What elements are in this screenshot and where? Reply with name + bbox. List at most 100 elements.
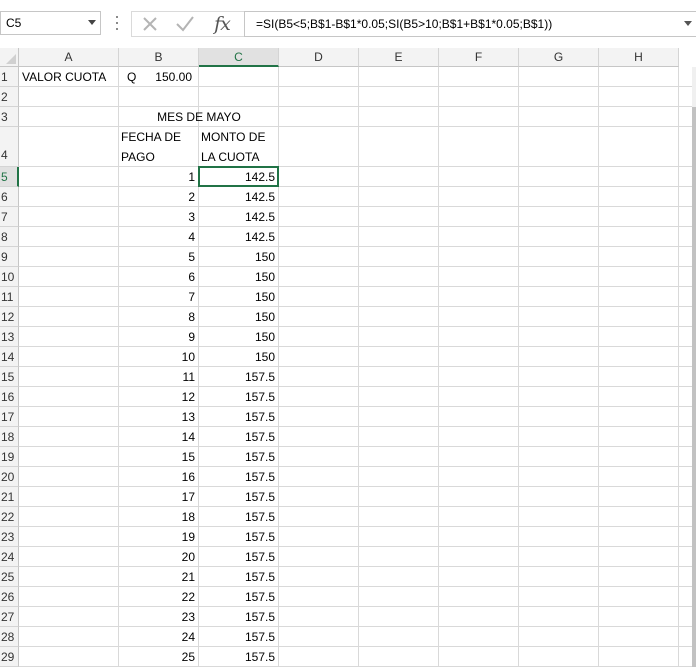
table-cell-amount[interactable]: 150: [199, 267, 278, 287]
column-header-a[interactable]: A: [19, 48, 119, 67]
table-cell-amount[interactable]: 157.5: [199, 527, 278, 547]
table-cell-amount[interactable]: 157.5: [199, 547, 278, 567]
row-header-22[interactable]: 22: [0, 507, 19, 527]
select-all-button[interactable]: [0, 48, 19, 67]
table-cell-day[interactable]: 1: [119, 167, 198, 187]
insert-function-button[interactable]: fx: [205, 11, 239, 37]
table-cell-amount[interactable]: 157.5: [199, 427, 278, 447]
row-header-5[interactable]: 5: [0, 167, 19, 187]
table-cell-amount[interactable]: 157.5: [199, 587, 278, 607]
table-cell-amount[interactable]: 157.5: [199, 647, 278, 667]
table-cell-amount[interactable]: 150: [199, 247, 278, 267]
table-cell-amount[interactable]: 157.5: [199, 487, 278, 507]
row-header-10[interactable]: 10: [0, 267, 19, 287]
row-header-20[interactable]: 20: [0, 467, 19, 487]
drag-handle-icon[interactable]: [114, 13, 120, 33]
table-cell-day[interactable]: 2: [119, 187, 198, 207]
table-cell-day[interactable]: 9: [119, 327, 198, 347]
row-header-26[interactable]: 26: [0, 587, 19, 607]
table-cell-day[interactable]: 6: [119, 267, 198, 287]
expand-icon[interactable]: [684, 21, 692, 26]
row-header-4[interactable]: 4: [0, 127, 19, 167]
table-cell-day[interactable]: 7: [119, 287, 198, 307]
row-header-18[interactable]: 18: [0, 427, 19, 447]
row-header-14[interactable]: 14: [0, 347, 19, 367]
chevron-down-icon[interactable]: [88, 20, 96, 25]
table-cell-amount[interactable]: 157.5: [199, 627, 278, 647]
table-cell-day[interactable]: 4: [119, 227, 198, 247]
table-cell-day[interactable]: 10: [119, 347, 198, 367]
cell-c4-header-line2[interactable]: LA CUOTA: [201, 147, 277, 167]
table-cell-amount[interactable]: 150: [199, 307, 278, 327]
table-cell-amount[interactable]: 157.5: [199, 607, 278, 627]
column-header-g[interactable]: G: [519, 48, 599, 67]
column-header-h[interactable]: H: [599, 48, 679, 67]
row-header-25[interactable]: 25: [0, 567, 19, 587]
row-header-9[interactable]: 9: [0, 247, 19, 267]
row-header-1[interactable]: 1: [0, 67, 19, 87]
cell-b3-title[interactable]: MES DE MAYO: [119, 107, 279, 127]
cancel-button[interactable]: [133, 11, 167, 37]
table-cell-amount[interactable]: 157.5: [199, 447, 278, 467]
row-header-12[interactable]: 12: [0, 307, 19, 327]
table-cell-day[interactable]: 13: [119, 407, 198, 427]
row-header-3[interactable]: 3: [0, 107, 19, 127]
column-header-d[interactable]: D: [279, 48, 359, 67]
table-cell-amount[interactable]: 157.5: [199, 467, 278, 487]
table-cell-day[interactable]: 16: [119, 467, 198, 487]
row-header-15[interactable]: 15: [0, 367, 19, 387]
column-header-c[interactable]: C: [199, 48, 279, 67]
table-cell-day[interactable]: 12: [119, 387, 198, 407]
spreadsheet-grid[interactable]: A B C D E F G H 1 2 3 4 5 6 7 8 9 10 11 12 13 14 15 16 17 18 19 20 2…: [0, 48, 696, 667]
table-cell-amount[interactable]: 142.5: [199, 207, 278, 227]
table-cell-amount[interactable]: 142.5: [199, 187, 278, 207]
table-cell-day[interactable]: 22: [119, 587, 198, 607]
table-cell-day[interactable]: 18: [119, 507, 198, 527]
formula-input[interactable]: =SI(B5<5;B$1-B$1*0.05;SI(B5>10;B$1+B$1*0…: [244, 11, 696, 37]
table-cell-amount[interactable]: 157.5: [199, 367, 278, 387]
vertical-scrollbar[interactable]: [692, 67, 696, 667]
table-cell-amount[interactable]: 157.5: [199, 387, 278, 407]
table-cell-day[interactable]: 3: [119, 207, 198, 227]
table-cell-day[interactable]: 20: [119, 547, 198, 567]
row-header-7[interactable]: 7: [0, 207, 19, 227]
row-header-21[interactable]: 21: [0, 487, 19, 507]
table-cell-day[interactable]: 19: [119, 527, 198, 547]
column-header-f[interactable]: F: [439, 48, 519, 67]
table-cell-amount[interactable]: 150: [199, 347, 278, 367]
table-cell-amount[interactable]: 142.5: [199, 167, 278, 187]
table-cell-day[interactable]: 17: [119, 487, 198, 507]
table-cell-amount[interactable]: 157.5: [199, 507, 278, 527]
row-header-24[interactable]: 24: [0, 547, 19, 567]
column-header-e[interactable]: E: [359, 48, 439, 67]
table-cell-amount[interactable]: 142.5: [199, 227, 278, 247]
row-header-29[interactable]: 29: [0, 647, 19, 667]
row-header-6[interactable]: 6: [0, 187, 19, 207]
row-header-13[interactable]: 13: [0, 327, 19, 347]
row-header-27[interactable]: 27: [0, 607, 19, 627]
table-cell-amount[interactable]: 157.5: [199, 407, 278, 427]
cell-b1-value[interactable]: 150.00: [153, 67, 195, 87]
table-cell-day[interactable]: 14: [119, 427, 198, 447]
table-cell-day[interactable]: 8: [119, 307, 198, 327]
cell-b1-currency[interactable]: Q: [127, 67, 147, 87]
row-header-23[interactable]: 23: [0, 527, 19, 547]
table-cell-day[interactable]: 25: [119, 647, 198, 667]
confirm-button[interactable]: [168, 11, 202, 37]
cell-b4-header-line2[interactable]: PAGO: [121, 147, 197, 167]
cell-a1[interactable]: VALOR CUOTA: [22, 67, 118, 87]
name-box[interactable]: C5: [0, 11, 101, 35]
row-header-28[interactable]: 28: [0, 627, 19, 647]
row-header-8[interactable]: 8: [0, 227, 19, 247]
cell-b4-header-line1[interactable]: FECHA DE: [121, 127, 197, 147]
row-header-2[interactable]: 2: [0, 87, 19, 107]
row-header-16[interactable]: 16: [0, 387, 19, 407]
row-header-19[interactable]: 19: [0, 447, 19, 467]
table-cell-day[interactable]: 11: [119, 367, 198, 387]
table-cell-day[interactable]: 23: [119, 607, 198, 627]
table-cell-day[interactable]: 21: [119, 567, 198, 587]
table-cell-amount[interactable]: 150: [199, 327, 278, 347]
table-cell-amount[interactable]: 150: [199, 287, 278, 307]
table-cell-amount[interactable]: 157.5: [199, 567, 278, 587]
table-cell-day[interactable]: 15: [119, 447, 198, 467]
